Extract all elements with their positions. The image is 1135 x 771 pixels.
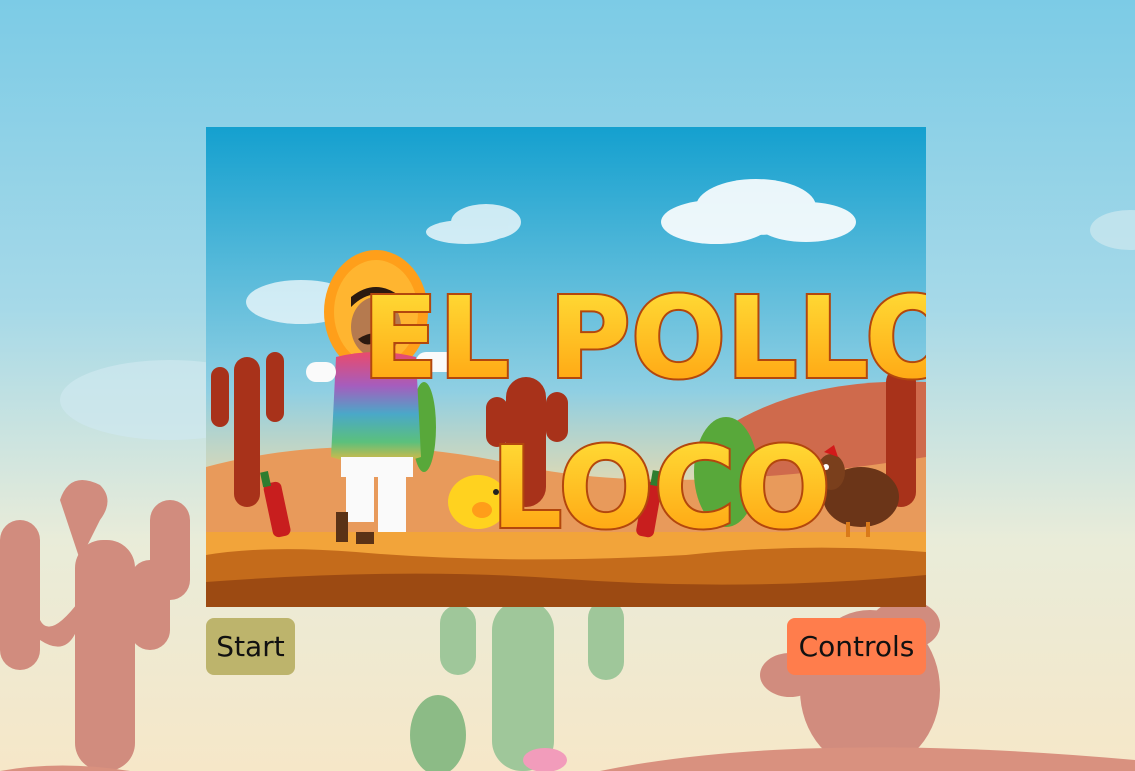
- start-button[interactable]: Start: [206, 618, 295, 675]
- bg-cloud: [1090, 210, 1135, 250]
- bg-dune: [600, 747, 1135, 771]
- controls-button[interactable]: Controls: [787, 618, 926, 675]
- bg-cactus-left: [0, 480, 190, 771]
- game-title-line1: EL POLLO: [362, 274, 926, 404]
- start-screen-artwork: EL POLLO LOCO: [206, 127, 926, 607]
- bg-cactus-center: [410, 600, 624, 771]
- game-start-screen: EL POLLO LOCO: [206, 127, 926, 607]
- game-title-line2: LOCO: [491, 424, 831, 554]
